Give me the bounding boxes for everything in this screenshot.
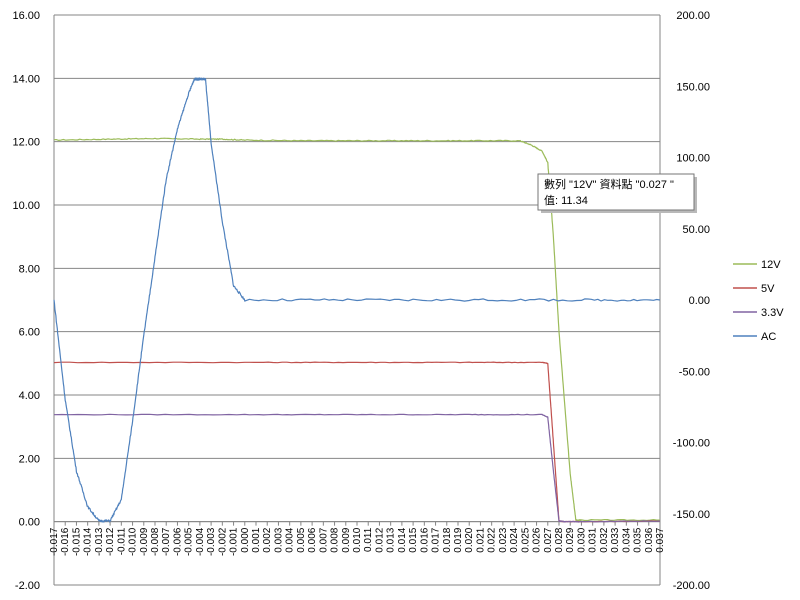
right-y-tick-label: -100.00 bbox=[673, 438, 710, 450]
x-tick-label: 0.016 bbox=[419, 527, 430, 552]
x-tick-label: 0.018 bbox=[442, 527, 453, 552]
x-tick-label: 0.021 bbox=[475, 527, 486, 552]
tooltip-line-2: 值: 11.34 bbox=[544, 194, 588, 207]
x-tick-labels: -0.017 -0.016 -0.015 -0.014 -0.013 -0.012 -0.0… bbox=[49, 521, 666, 556]
x-tick-label: -0.015 bbox=[71, 527, 82, 556]
line-chart: -2.00 0.00 2.00 4.00 6.00 8.00 10.00 12.00 14.00… bbox=[12, 10, 784, 592]
x-tick-label: 0.014 bbox=[397, 527, 408, 552]
right-y-tick-label: 100.00 bbox=[676, 153, 710, 165]
right-y-tick-label: -200.00 bbox=[673, 580, 710, 592]
x-tick-label: 0.029 bbox=[565, 527, 576, 552]
right-y-tick-label: 200.00 bbox=[676, 10, 710, 22]
left-y-tick-label: 2.00 bbox=[19, 453, 40, 465]
x-tick-label: 0.009 bbox=[341, 527, 352, 552]
x-tick-label: -0.006 bbox=[172, 527, 183, 556]
x-tick-label: -0.005 bbox=[184, 527, 195, 556]
x-tick-label: 0.030 bbox=[576, 527, 587, 552]
x-tick-label: 0.020 bbox=[464, 527, 475, 552]
x-tick-label: 0.027 bbox=[543, 527, 554, 552]
x-tick-label: 0.013 bbox=[386, 527, 397, 552]
right-y-tick-label: 0.00 bbox=[689, 295, 710, 307]
x-tick-label: 0.023 bbox=[498, 527, 509, 552]
x-tick-label: 0.033 bbox=[610, 527, 621, 552]
x-tick-label: 0.031 bbox=[588, 527, 599, 552]
left-y-tick-label: -2.00 bbox=[15, 580, 40, 592]
x-tick-label: -0.012 bbox=[105, 527, 116, 556]
x-tick-label: 0.015 bbox=[408, 527, 419, 552]
left-y-tick-label: 4.00 bbox=[19, 390, 40, 402]
x-tick-label: 0.025 bbox=[520, 527, 531, 552]
x-tick-label: -0.008 bbox=[150, 527, 161, 556]
x-tick-label: -0.014 bbox=[83, 527, 94, 556]
x-tick-label: 0.026 bbox=[532, 527, 543, 552]
chart-container: -2.00 0.00 2.00 4.00 6.00 8.00 10.00 12.00 14.00… bbox=[0, 0, 800, 600]
x-tick-label: 0.028 bbox=[554, 527, 565, 552]
left-y-tick-label: 0.00 bbox=[19, 517, 40, 529]
legend-label: AC bbox=[761, 331, 776, 343]
left-y-tick-label: 12.00 bbox=[12, 137, 40, 149]
legend-label: 5V bbox=[761, 283, 775, 295]
x-tick-label: -0.010 bbox=[128, 527, 139, 556]
x-tick-label: 0.022 bbox=[487, 527, 498, 552]
left-y-tick-label: 6.00 bbox=[19, 327, 40, 339]
x-tick-label: -0.003 bbox=[206, 527, 217, 556]
x-tick-label: 0.034 bbox=[621, 527, 632, 552]
x-tick-label: 0.000 bbox=[240, 527, 251, 552]
x-tick-label: 0.004 bbox=[285, 527, 296, 552]
x-tick-label: 0.007 bbox=[318, 527, 329, 552]
left-y-tick-label: 8.00 bbox=[19, 263, 40, 275]
x-tick-label: 0.005 bbox=[296, 527, 307, 552]
right-y-tick-label: 150.00 bbox=[676, 81, 710, 93]
series-line-3-3v bbox=[53, 413, 661, 523]
left-y-tick-label: 14.00 bbox=[12, 73, 40, 85]
x-tick-label: -0.001 bbox=[229, 527, 240, 556]
data-point-tooltip: 數列 "12V" 資料點 "0.027 " 值: 11.34 bbox=[537, 173, 697, 213]
right-y-tick-labels: -200.00 -150.00 -100.00 -50.00 0.00 50.00 100.… bbox=[673, 10, 710, 592]
x-tick-label: -0.011 bbox=[116, 527, 127, 555]
legend-label: 12V bbox=[761, 259, 781, 271]
x-tick-label: 0.011 bbox=[363, 527, 374, 552]
x-tick-label: 0.001 bbox=[251, 527, 262, 552]
x-tick-label: -0.017 bbox=[49, 527, 60, 556]
x-tick-label: -0.013 bbox=[94, 527, 105, 556]
left-y-tick-label: 10.00 bbox=[12, 200, 40, 212]
x-tick-label: 0.019 bbox=[453, 527, 464, 552]
x-tick-label: 0.037 bbox=[655, 527, 666, 552]
x-tick-label: -0.009 bbox=[139, 527, 150, 556]
x-tick-label: 0.003 bbox=[273, 527, 284, 552]
x-tick-label: -0.016 bbox=[60, 527, 71, 556]
legend-label: 3.3V bbox=[761, 307, 784, 319]
series-lines bbox=[53, 77, 661, 523]
right-y-tick-label: -50.00 bbox=[679, 366, 710, 378]
x-tick-label: 0.035 bbox=[633, 527, 644, 552]
tooltip-line-1: 數列 "12V" 資料點 "0.027 " bbox=[544, 177, 674, 191]
x-tick-label: 0.017 bbox=[431, 527, 442, 552]
x-tick-label: 0.032 bbox=[599, 527, 610, 552]
x-tick-label: 0.008 bbox=[330, 527, 341, 552]
x-tick-label: 0.012 bbox=[374, 527, 385, 552]
x-tick-label: 0.002 bbox=[262, 527, 273, 552]
right-y-tick-label: -150.00 bbox=[673, 509, 710, 521]
legend: 12V 5V 3.3V AC bbox=[733, 259, 784, 343]
x-tick-label: 0.036 bbox=[644, 527, 655, 552]
x-tick-label: -0.007 bbox=[161, 527, 172, 556]
right-y-tick-label: 50.00 bbox=[682, 224, 710, 236]
x-tick-label: 0.024 bbox=[509, 527, 520, 552]
x-tick-label: -0.002 bbox=[217, 527, 228, 556]
x-tick-label: -0.004 bbox=[195, 527, 206, 556]
series-line-5v bbox=[53, 361, 661, 523]
x-tick-label: 0.010 bbox=[352, 527, 363, 552]
left-y-tick-labels: -2.00 0.00 2.00 4.00 6.00 8.00 10.00 12.00 14.00… bbox=[12, 10, 40, 592]
left-y-tick-label: 16.00 bbox=[12, 10, 40, 22]
x-tick-label: 0.006 bbox=[307, 527, 318, 552]
